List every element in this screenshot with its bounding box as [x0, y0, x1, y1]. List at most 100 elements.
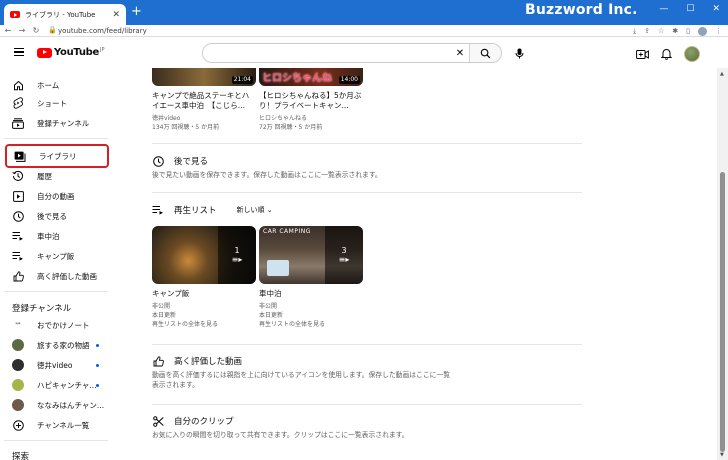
url-field[interactable]: youtube.com/feed/library — [58, 25, 147, 37]
sidebar-item-watch-later[interactable]: 後で見る — [5, 207, 109, 225]
sidebar-item-shorts[interactable]: ショート — [5, 94, 109, 112]
video-title[interactable]: 【ヒロシちゃんねる】5か月ぶり！プライベートキャン... — [259, 91, 363, 111]
scroll-up-icon[interactable]: ▲ — [720, 71, 724, 77]
lock-icon[interactable]: 🔒 — [48, 26, 57, 34]
watch-later-icon — [152, 155, 164, 167]
view-full-playlist-link[interactable]: 再生リストの全体を見る — [152, 320, 256, 329]
playlist-count: 1 — [234, 246, 240, 255]
sidebar-channel[interactable]: ''' おでかけノート — [5, 316, 109, 334]
menu-icon[interactable] — [14, 48, 24, 57]
sidebar-item-liked[interactable]: 高く評価した動画 — [5, 267, 109, 285]
clear-search-icon[interactable]: ✕ — [451, 44, 469, 62]
download-icon[interactable]: ⤓ — [633, 27, 636, 36]
new-content-dot — [96, 383, 99, 387]
playlist-thumbnail[interactable]: 1 ≡▸ — [152, 226, 256, 284]
playlist-privacy: 非公開 — [152, 303, 171, 310]
new-content-dot — [96, 343, 99, 347]
page-scrollbar[interactable]: ▲ ▼ — [717, 68, 728, 460]
video-channel[interactable]: ヒロシちゃんねる — [259, 114, 363, 123]
header-actions — [636, 46, 700, 62]
sidebar-divider — [4, 440, 108, 441]
browser-menu-icon[interactable]: ⋮ — [715, 27, 722, 35]
view-full-playlist-link[interactable]: 再生リストの全体を見る — [259, 320, 363, 329]
scrollbar-thumb[interactable] — [720, 172, 725, 452]
section-title: 後で見る — [174, 157, 209, 167]
sidebar-item-subscriptions[interactable]: 登録チャンネル — [5, 114, 109, 132]
browser-tab-bar: ライブラリ - YouTube ✕ + Buzzword Inc. — ☐ ✕ — [0, 0, 728, 25]
playlist-card[interactable]: CAR CAMPING 3 ≡▸ 車中泊 非公開 本日更新 再生リストの全体を見… — [259, 226, 363, 329]
playlists-header[interactable]: 再生リスト 新しい順 ⌄ — [152, 204, 273, 216]
playlist-title[interactable]: 車中泊 — [259, 288, 363, 299]
new-tab-icon[interactable]: + — [131, 5, 142, 19]
playlist-updated: 本日更新 — [259, 312, 284, 319]
video-thumbnail[interactable]: ヒロシちゃんね 14:00 — [259, 68, 363, 86]
sort-dropdown[interactable]: 新しい順 ⌄ — [237, 205, 273, 215]
video-duration: 14:00 — [338, 76, 360, 84]
channel-avatar — [12, 399, 24, 411]
sidebar-item-your-videos[interactable]: 自分の動画 — [5, 187, 109, 205]
sidepanel-icon[interactable]: ▯ — [686, 27, 690, 35]
playlist-count-overlay: 3 ≡▸ — [325, 226, 363, 284]
browser-profile-icon[interactable] — [698, 26, 707, 36]
section-divider — [152, 143, 582, 144]
sidebar-item-playlist-camp[interactable]: キャンプ飯 — [5, 247, 109, 265]
playlist-card[interactable]: 1 ≡▸ キャンプ飯 非公開 本日更新 再生リストの全体を見る — [152, 226, 256, 329]
video-title[interactable]: キャンプで絶品ステーキとハイエース車中泊 【こじら... — [152, 91, 256, 111]
sidebar-item-label: 自分の動画 — [37, 191, 75, 201]
mic-icon — [515, 48, 523, 58]
clips-header[interactable]: 自分のクリップ — [152, 415, 234, 427]
minimize-icon[interactable]: — — [659, 4, 668, 14]
search-button[interactable] — [469, 44, 501, 62]
library-main: 21:04 キャンプで絶品ステーキとハイエース車中泊 【こじら... 徳井vid… — [112, 68, 717, 460]
home-icon — [12, 79, 24, 91]
extensions-icon[interactable]: ✱ — [672, 27, 678, 35]
browser-tab[interactable]: ライブラリ - YouTube ✕ — [4, 4, 126, 25]
youtube-header: YouTube JP ✕ — [0, 38, 728, 68]
search-input[interactable] — [203, 44, 451, 62]
notifications-icon[interactable] — [661, 48, 672, 60]
thumbnail-caption: CAR CAMPING — [263, 228, 311, 235]
forward-icon[interactable]: → — [16, 26, 28, 35]
video-card[interactable]: 21:04 キャンプで絶品ステーキとハイエース車中泊 【こじら... 徳井vid… — [152, 68, 256, 132]
scroll-down-icon[interactable]: ▼ — [720, 452, 724, 458]
sidebar-item-label: 登録チャンネル — [37, 118, 90, 128]
sidebar-item-history[interactable]: 履歴 — [5, 167, 109, 185]
youtube-logo[interactable]: YouTube JP — [37, 47, 105, 58]
create-video-icon[interactable] — [636, 49, 649, 60]
voice-search-button[interactable] — [510, 44, 528, 62]
sidebar-channel[interactable]: ななみはんチャン... — [5, 396, 109, 414]
search-box: ✕ — [202, 43, 502, 63]
sidebar-item-playlist-car[interactable]: 車中泊 — [5, 227, 109, 245]
playlist-title[interactable]: キャンプ飯 — [152, 288, 256, 299]
sidebar-divider — [4, 138, 108, 139]
liked-videos-header[interactable]: 高く評価した動画 — [152, 355, 242, 367]
section-divider — [152, 404, 582, 405]
reload-icon[interactable]: ↻ — [30, 26, 42, 35]
youtube-favicon-icon — [10, 11, 20, 18]
sidebar-channel[interactable]: 旅する家の物語 — [5, 336, 109, 354]
subscriptions-icon — [12, 117, 24, 129]
back-icon[interactable]: ← — [2, 26, 14, 35]
video-card[interactable]: ヒロシちゃんね 14:00 【ヒロシちゃんねる】5か月ぶり！プライベートキャン.… — [259, 68, 363, 132]
sidebar-item-label: ライブラリ — [39, 151, 77, 161]
sidebar-channel[interactable]: ハピキャンチャ... — [5, 376, 109, 394]
close-window-icon[interactable]: ✕ — [712, 4, 720, 14]
share-icon[interactable]: ⇪ — [644, 27, 650, 35]
sidebar-item-label: 後で見る — [37, 211, 67, 221]
video-channel[interactable]: 徳井video — [152, 114, 256, 123]
section-description: お気に入りの瞬間を切り取って共有できます。クリップはここに一覧表示されます。 — [152, 431, 409, 439]
sidebar-item-all-channels[interactable]: チャンネル一覧 — [5, 416, 109, 434]
sidebar-item-library[interactable]: ライブラリ — [5, 144, 109, 168]
sidebar-channel[interactable]: 徳井video — [5, 356, 109, 374]
browser-toolbar: ⤓ ⇪ ☆ ✱ ▯ ⋮ — [633, 25, 722, 37]
account-avatar[interactable] — [684, 46, 700, 62]
section-divider — [152, 192, 582, 193]
bookmark-star-icon[interactable]: ☆ — [658, 27, 664, 35]
maximize-icon[interactable]: ☐ — [686, 4, 694, 14]
watch-later-header[interactable]: 後で見る — [152, 155, 208, 167]
playlist-privacy: 非公開 — [259, 303, 278, 310]
video-thumbnail[interactable]: 21:04 — [152, 68, 256, 86]
tab-close-icon[interactable]: ✕ — [112, 10, 120, 20]
sidebar-item-home[interactable]: ホーム — [5, 76, 109, 94]
playlist-thumbnail[interactable]: CAR CAMPING 3 ≡▸ — [259, 226, 363, 284]
